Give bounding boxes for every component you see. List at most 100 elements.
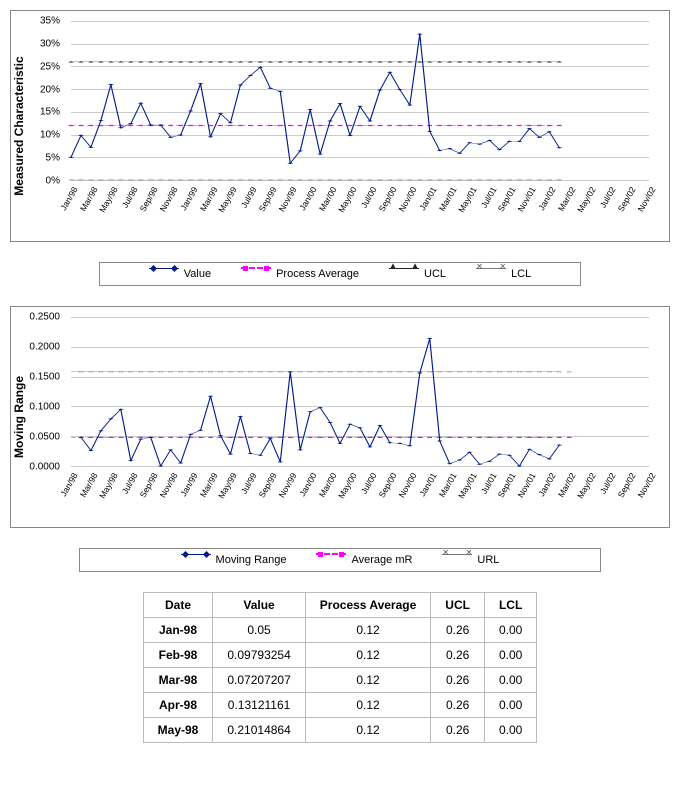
table-cell: 0.00 bbox=[484, 668, 536, 693]
chart-moving-range: Moving Range 0.00000.05000.10000.15000.2… bbox=[10, 306, 670, 528]
y-tick: 10% bbox=[40, 130, 60, 141]
table-cell: Feb-98 bbox=[143, 643, 213, 668]
x-tick: Jan/99 bbox=[178, 185, 199, 212]
table-cell: 0.12 bbox=[305, 718, 431, 743]
legend-label: UCL bbox=[424, 268, 446, 280]
x-tick: Nov/99 bbox=[277, 185, 299, 213]
x-tick: Nov/00 bbox=[396, 185, 418, 213]
y-tick: 0.1000 bbox=[29, 402, 60, 413]
table-cell: 0.07207207 bbox=[213, 668, 305, 693]
x-tick: Sep/99 bbox=[257, 185, 279, 213]
square-icon bbox=[316, 553, 346, 567]
legend-label: Moving Range bbox=[216, 554, 287, 566]
x-tick: Jul/99 bbox=[239, 471, 259, 496]
table-cell: 0.26 bbox=[431, 718, 485, 743]
legend-1: Value Process Average UCL LCL bbox=[99, 262, 581, 286]
table-row: Feb-980.097932540.120.260.00 bbox=[143, 643, 537, 668]
diamond-icon bbox=[181, 554, 211, 567]
table-cell: 0.00 bbox=[484, 718, 536, 743]
legend-label: URL bbox=[477, 554, 499, 566]
legend-item-url: URL bbox=[442, 553, 499, 567]
x-tick: Jul/02 bbox=[598, 185, 618, 210]
y-tick: 35% bbox=[40, 16, 60, 27]
cross-icon bbox=[442, 554, 472, 567]
x-tick: Nov/02 bbox=[636, 185, 658, 213]
table-row: Mar-980.072072070.120.260.00 bbox=[143, 668, 537, 693]
x-tick: Jan/00 bbox=[297, 185, 318, 212]
x-tick: Jan/02 bbox=[537, 185, 558, 212]
x-tick: Jul/98 bbox=[119, 471, 139, 496]
legend-item-value: Value bbox=[149, 267, 211, 281]
y-tick: 0.2000 bbox=[29, 342, 60, 353]
table-cell: Mar-98 bbox=[143, 668, 213, 693]
x-tick: Jul/99 bbox=[239, 185, 259, 210]
x-tick: May/98 bbox=[97, 471, 120, 500]
legend-item-ucl: UCL bbox=[389, 267, 446, 281]
x-tick: Jan/00 bbox=[297, 471, 318, 498]
table-cell: 0.00 bbox=[484, 693, 536, 718]
y-tick: 5% bbox=[46, 153, 60, 164]
table-cell: 0.13121161 bbox=[213, 693, 305, 718]
table-cell: 0.12 bbox=[305, 618, 431, 643]
x-tick: Nov/01 bbox=[516, 185, 538, 213]
table-cell: 0.26 bbox=[431, 618, 485, 643]
column-header: LCL bbox=[484, 593, 536, 618]
x-tick: Sep/99 bbox=[257, 471, 279, 499]
legend-item-lcl: LCL bbox=[476, 267, 531, 281]
legend-label: Value bbox=[184, 268, 211, 280]
table-cell: May-98 bbox=[143, 718, 213, 743]
x-tick: Sep/00 bbox=[376, 185, 398, 213]
x-tick: Jan/02 bbox=[537, 471, 558, 498]
table-cell: 0.12 bbox=[305, 643, 431, 668]
x-tick: Sep/00 bbox=[376, 471, 398, 499]
x-tick: Jul/01 bbox=[478, 185, 498, 210]
square-icon bbox=[241, 267, 271, 281]
x-tick: Jul/00 bbox=[359, 471, 379, 496]
table-cell: 0.00 bbox=[484, 643, 536, 668]
x-tick: Nov/98 bbox=[157, 185, 179, 213]
table-cell: 0.05 bbox=[213, 618, 305, 643]
legend-label: LCL bbox=[511, 268, 531, 280]
x-tick: Nov/99 bbox=[277, 471, 299, 499]
table-cell: 0.21014864 bbox=[213, 718, 305, 743]
x-tick: Nov/02 bbox=[636, 471, 658, 499]
x-tick: May/00 bbox=[336, 185, 359, 214]
x-tick: Nov/98 bbox=[157, 471, 179, 499]
table-cell: 0.26 bbox=[431, 643, 485, 668]
x-tick: Jan/01 bbox=[417, 185, 438, 212]
x-tick: Nov/00 bbox=[396, 471, 418, 499]
x-tick: Sep/98 bbox=[137, 185, 159, 213]
x-tick: Jan/99 bbox=[178, 471, 199, 498]
y-tick: 15% bbox=[40, 107, 60, 118]
y-tick: 0.1500 bbox=[29, 372, 60, 383]
x-tick: Sep/01 bbox=[496, 185, 518, 213]
diamond-icon bbox=[149, 268, 179, 281]
x-tick: May/01 bbox=[456, 471, 479, 500]
x-tick: Jan/98 bbox=[58, 185, 79, 212]
table-cell: 0.26 bbox=[431, 668, 485, 693]
data-table: DateValueProcess AverageUCLLCL Jan-980.0… bbox=[143, 592, 538, 743]
y-tick: 20% bbox=[40, 84, 60, 95]
legend-label: Average mR bbox=[351, 554, 412, 566]
table-cell: Apr-98 bbox=[143, 693, 213, 718]
x-tick: May/00 bbox=[336, 471, 359, 500]
table-cell: 0.26 bbox=[431, 693, 485, 718]
y-tick: 0.0500 bbox=[29, 432, 60, 443]
column-header: UCL bbox=[431, 593, 485, 618]
x-tick: May/02 bbox=[575, 471, 598, 500]
column-header: Process Average bbox=[305, 593, 431, 618]
x-tick: Jul/01 bbox=[478, 471, 498, 496]
x-tick: May/02 bbox=[575, 185, 598, 214]
cross-icon bbox=[476, 268, 506, 281]
y-tick: 0.2500 bbox=[29, 312, 60, 323]
x-tick: May/98 bbox=[97, 185, 120, 214]
x-tick: May/01 bbox=[456, 185, 479, 214]
x-tick: Sep/02 bbox=[616, 185, 638, 213]
x-tick: Jul/00 bbox=[359, 185, 379, 210]
table-cell: 0.12 bbox=[305, 693, 431, 718]
legend-item-moving-range: Moving Range bbox=[181, 553, 287, 567]
legend-item-average-mr: Average mR bbox=[316, 553, 412, 567]
table-cell: 0.09793254 bbox=[213, 643, 305, 668]
table-row: May-980.210148640.120.260.00 bbox=[143, 718, 537, 743]
x-tick: Sep/98 bbox=[137, 471, 159, 499]
